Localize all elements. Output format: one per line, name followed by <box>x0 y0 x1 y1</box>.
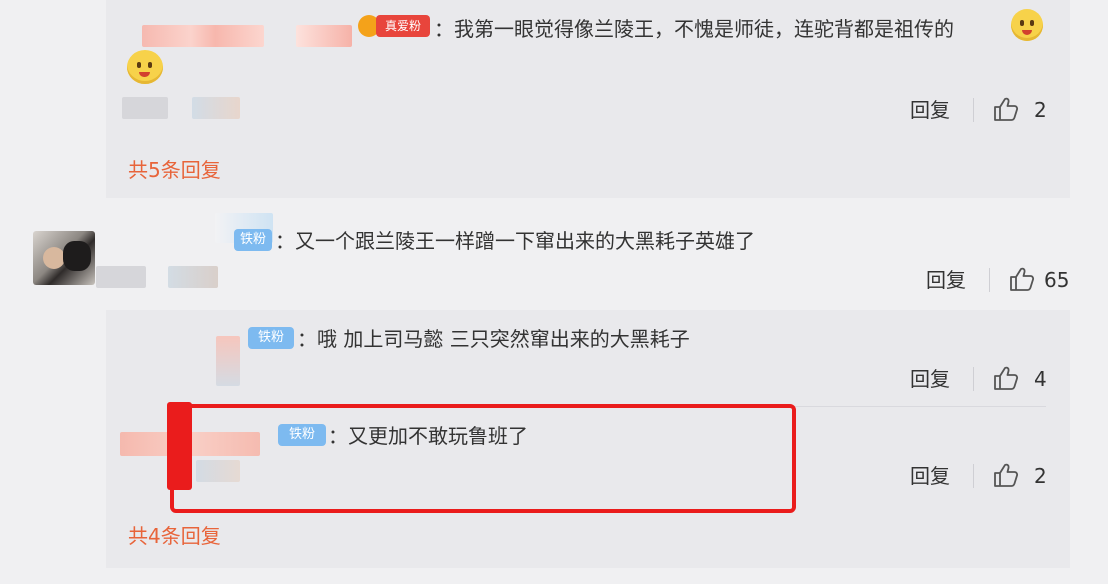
reply-button[interactable]: 回复 <box>910 98 950 122</box>
thumbs-up-icon <box>994 366 1019 390</box>
view-more-replies-link[interactable]: 共4条回复 <box>128 524 221 548</box>
blurred-username <box>296 25 352 47</box>
like-count: 2 <box>1034 464 1047 488</box>
blurred-username <box>142 25 264 47</box>
reply-text: ：哦 加上司马懿 三只突然窜出来的大黑耗子 <box>297 327 690 351</box>
comment-text: ：又一个跟兰陵王一样蹭一下窜出来的大黑耗子英雄了 <box>275 229 755 253</box>
like-count: 65 <box>1044 268 1070 292</box>
like-button[interactable] <box>992 461 1020 489</box>
blurred-timestamp <box>192 97 240 119</box>
avatar[interactable] <box>33 231 95 285</box>
thumbs-up-icon <box>994 97 1019 121</box>
fan-badge-label: 真爱粉 <box>376 15 430 37</box>
fan-badge: 铁粉 <box>248 327 294 349</box>
emoji-icon <box>127 50 163 84</box>
reply-button[interactable]: 回复 <box>910 367 950 391</box>
view-more-replies-link[interactable]: 共5条回复 <box>128 158 221 182</box>
action-separator <box>989 268 990 292</box>
thumbs-up-icon <box>1010 267 1035 291</box>
thumbs-up-icon <box>994 463 1019 487</box>
fan-badge: 铁粉 <box>234 229 272 251</box>
reply-text: ：我第一眼觉得像兰陵王，不愧是师徒，连驼背都是祖传的 <box>434 17 954 41</box>
blurred-timestamp <box>168 266 218 288</box>
reply-button[interactable]: 回复 <box>926 268 966 292</box>
like-button[interactable] <box>1008 265 1036 293</box>
blurred-timestamp <box>96 266 146 288</box>
highlight-marker <box>167 402 192 490</box>
blurred-timestamp <box>122 97 168 119</box>
action-separator <box>973 464 974 488</box>
action-separator <box>973 98 974 122</box>
highlight-box <box>170 404 796 513</box>
like-count: 2 <box>1034 98 1047 122</box>
action-separator <box>973 367 974 391</box>
like-count: 4 <box>1034 367 1047 391</box>
emoji-icon <box>1011 9 1043 41</box>
reply-button[interactable]: 回复 <box>910 464 950 488</box>
blurred-username <box>216 336 240 386</box>
fan-badge: 真爱粉 <box>358 14 432 38</box>
like-button[interactable] <box>992 364 1020 392</box>
like-button[interactable] <box>992 95 1020 123</box>
